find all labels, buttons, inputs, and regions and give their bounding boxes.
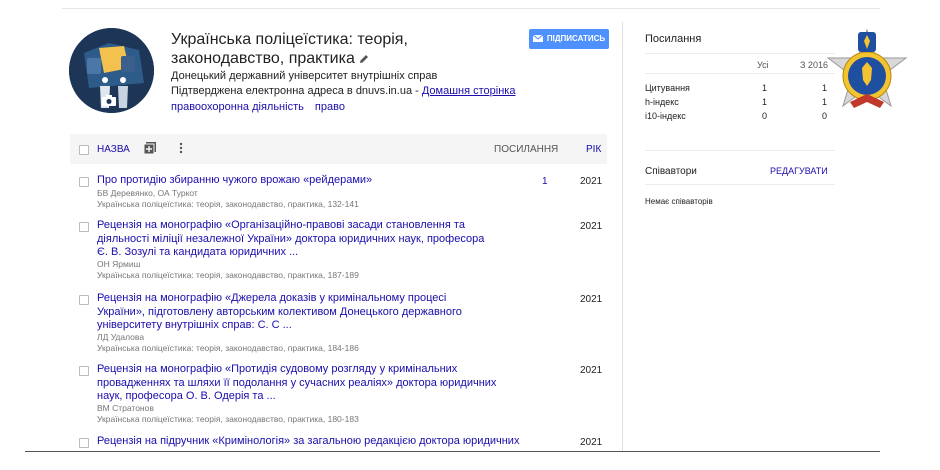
add-to-library-icon[interactable] xyxy=(144,142,156,154)
affiliation: Донецький державний університет внутрішн… xyxy=(171,70,438,82)
select-all-checkbox[interactable] xyxy=(79,145,89,155)
tag-law[interactable]: право xyxy=(315,101,345,113)
profile-title: Українська поліцеїстика: теорія, законод… xyxy=(171,31,408,67)
citation-count-link[interactable]: 1 xyxy=(542,176,548,187)
column-divider xyxy=(622,22,623,452)
more-vert-icon[interactable] xyxy=(179,142,183,154)
email-text: Підтверджена електронна адреса в dnuvs.i… xyxy=(171,85,422,97)
article-authors: БВ Деревянко, ОА Туркот xyxy=(97,188,198,198)
verified-email: Підтверджена електронна адреса в dnuvs.i… xyxy=(171,85,515,97)
row-checkbox[interactable] xyxy=(79,177,89,187)
row-checkbox[interactable] xyxy=(79,438,89,448)
coauthors-title: Співавтори xyxy=(645,166,697,177)
article-authors: ВМ Стратонов xyxy=(97,403,154,413)
column-title-sort[interactable]: НАЗВА xyxy=(97,144,130,155)
metrics-title: Посилання xyxy=(645,33,702,45)
column-citations[interactable]: ПОСИЛАННЯ xyxy=(494,144,558,155)
article-title-link[interactable]: Рецензія на монографію «Протидія судовом… xyxy=(97,363,497,404)
article-venue: Українська поліцеїстика: теорія, законод… xyxy=(97,199,359,209)
metrics-col-all: Усі xyxy=(757,60,769,70)
article-title-link[interactable]: Рецензія на монографію «Джерела доказів … xyxy=(97,292,497,333)
homepage-link[interactable]: Домашня сторінка xyxy=(422,85,516,97)
article-venue: Українська поліцеїстика: теорія, законод… xyxy=(97,270,359,280)
mail-icon xyxy=(532,35,544,43)
row-checkbox[interactable] xyxy=(79,366,89,376)
metric-label: h-індекс xyxy=(645,97,679,107)
column-year-sort[interactable]: РІК xyxy=(586,144,601,155)
article-venue: Українська поліцеїстика: теорія, законод… xyxy=(97,343,359,353)
article-venue: Українська поліцеїстика: теорія, законод… xyxy=(97,414,359,424)
edit-coauthors-button[interactable]: РЕДАГУВАТИ xyxy=(770,166,828,176)
metric-all: 1 xyxy=(762,83,768,93)
follow-button[interactable]: ПІДПИСАТИСЬ xyxy=(529,29,609,49)
follow-label: ПІДПИСАТИСЬ xyxy=(546,34,606,43)
article-title-link[interactable]: Про протидію збиранню чужого врожаю «рей… xyxy=(97,174,497,188)
article-title-link[interactable]: Рецензія на підручник «Кримінологія» за … xyxy=(97,435,519,449)
metric-label: i10-індекс xyxy=(645,111,686,121)
metrics-divider xyxy=(645,73,835,74)
metric-label: Цитування xyxy=(645,83,690,93)
article-year: 2021 xyxy=(580,221,603,232)
article-year: 2021 xyxy=(580,176,603,187)
top-divider xyxy=(62,8,880,9)
bottom-divider xyxy=(25,451,880,452)
metrics-divider xyxy=(645,53,835,54)
metric-all: 0 xyxy=(762,111,768,121)
coauthors-divider xyxy=(645,184,835,185)
article-title-link[interactable]: Рецензія на монографію «Організаційно-пр… xyxy=(97,219,497,260)
no-coauthors-text: Немає співавторів xyxy=(645,197,713,206)
section-divider xyxy=(645,150,835,151)
row-checkbox[interactable] xyxy=(79,222,89,232)
article-year: 2021 xyxy=(580,365,603,376)
row-checkbox[interactable] xyxy=(79,295,89,305)
article-authors: ЛД Удалова xyxy=(97,332,145,342)
camera-icon[interactable] xyxy=(102,95,116,106)
metric-all: 1 xyxy=(762,97,768,107)
article-year: 2021 xyxy=(580,294,603,305)
interest-tags: правоохоронна діяльність право xyxy=(171,101,353,113)
tag-law-enforcement[interactable]: правоохоронна діяльність xyxy=(171,101,304,113)
article-authors: ОН Ярмиш xyxy=(97,259,141,269)
article-year: 2021 xyxy=(580,437,603,448)
university-emblem-logo xyxy=(826,28,908,108)
pencil-icon[interactable] xyxy=(358,53,370,65)
